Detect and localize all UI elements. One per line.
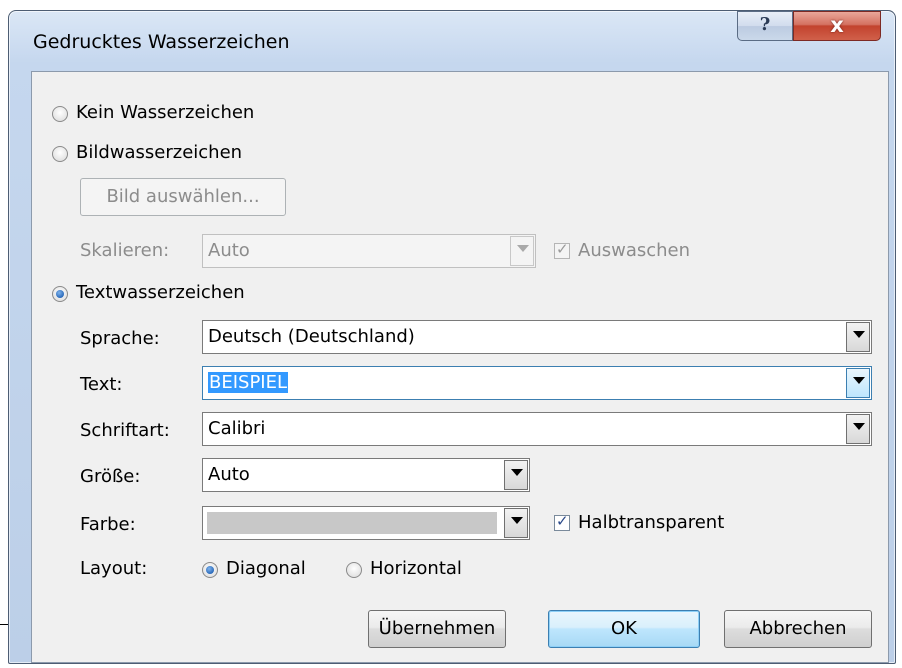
chevron-down-icon [517, 245, 529, 252]
color-swatch [207, 512, 497, 534]
picture-watermark-label[interactable]: Bildwasserzeichen [76, 142, 242, 163]
layout-horizontal-label[interactable]: Horizontal [370, 558, 462, 579]
text-value[interactable]: BEISPIEL [208, 372, 289, 393]
chevron-down-icon [853, 377, 865, 384]
font-value: Calibri [208, 418, 266, 439]
size-value: Auto [208, 464, 250, 485]
picture-watermark-label-text: Bildwasserzeichen [76, 142, 243, 163]
scale-dropdown-arrow[interactable] [510, 236, 534, 266]
layout-label: Layout: [80, 558, 148, 579]
text-watermark-radio[interactable] [52, 286, 68, 302]
close-icon: x [830, 13, 844, 37]
close-button[interactable]: x [793, 11, 881, 41]
washout-label: Auswaschen [578, 240, 691, 261]
apply-button[interactable]: Übernehmen [368, 610, 506, 648]
language-combo[interactable]: Deutsch (Deutschland) [202, 320, 872, 354]
cancel-button[interactable]: Abbrechen [724, 610, 872, 648]
scale-combo[interactable]: Auto [202, 234, 536, 268]
size-combo[interactable]: Auto [202, 458, 530, 492]
language-value: Deutsch (Deutschland) [208, 326, 415, 347]
radio-selected-dot [206, 566, 214, 574]
ok-button[interactable]: OK [548, 610, 700, 648]
text-dropdown-arrow[interactable] [846, 368, 870, 398]
language-label: Sprache: [80, 328, 160, 349]
semitransparent-label[interactable]: Halbtransparent [578, 512, 724, 533]
dialog-title: Gedrucktes Wasserzeichen [33, 31, 290, 53]
no-watermark-radio[interactable] [52, 106, 68, 122]
dialog-window: Gedrucktes Wasserzeichen ? x Kein Wasser… [8, 10, 896, 664]
text-watermark-label[interactable]: Textwasserzeichen [76, 282, 245, 303]
layout-diagonal-radio[interactable] [202, 562, 218, 578]
color-combo[interactable] [202, 506, 530, 540]
chevron-down-icon [853, 423, 865, 430]
text-label: Text: [80, 374, 123, 395]
picture-watermark-radio[interactable] [52, 146, 68, 162]
scale-value: Auto [208, 240, 250, 261]
language-dropdown-arrow[interactable] [846, 322, 870, 352]
color-label: Farbe: [80, 514, 136, 535]
font-label: Schriftart: [80, 420, 170, 441]
chevron-down-icon [511, 517, 523, 524]
size-label: Größe: [80, 466, 141, 487]
checkmark-icon: ✓ [556, 512, 569, 530]
dialog-content: Kein Wasserzeichen Bildwasserzeichen Bil… [31, 71, 889, 663]
color-dropdown-arrow[interactable] [504, 508, 528, 538]
checkmark-icon: ✓ [556, 240, 569, 258]
text-combo[interactable]: BEISPIEL [202, 366, 872, 400]
help-icon: ? [759, 14, 771, 35]
radio-selected-dot [56, 290, 64, 298]
layout-horizontal-radio[interactable] [346, 562, 362, 578]
size-dropdown-arrow[interactable] [504, 460, 528, 490]
no-watermark-label[interactable]: Kein Wasserzeichen [76, 102, 254, 123]
washout-checkbox[interactable]: ✓ [554, 240, 570, 259]
layout-diagonal-label[interactable]: Diagonal [226, 558, 306, 579]
font-dropdown-arrow[interactable] [846, 414, 870, 444]
semitransparent-checkbox[interactable]: ✓ [554, 512, 570, 531]
scale-label: Skalieren: [80, 240, 170, 261]
font-combo[interactable]: Calibri [202, 412, 872, 446]
help-button[interactable]: ? [737, 11, 793, 41]
chevron-down-icon [853, 331, 865, 338]
text-value-wrap: BEISPIEL [208, 372, 289, 393]
select-picture-button[interactable]: Bild auswählen... [80, 178, 286, 216]
chevron-down-icon [511, 469, 523, 476]
